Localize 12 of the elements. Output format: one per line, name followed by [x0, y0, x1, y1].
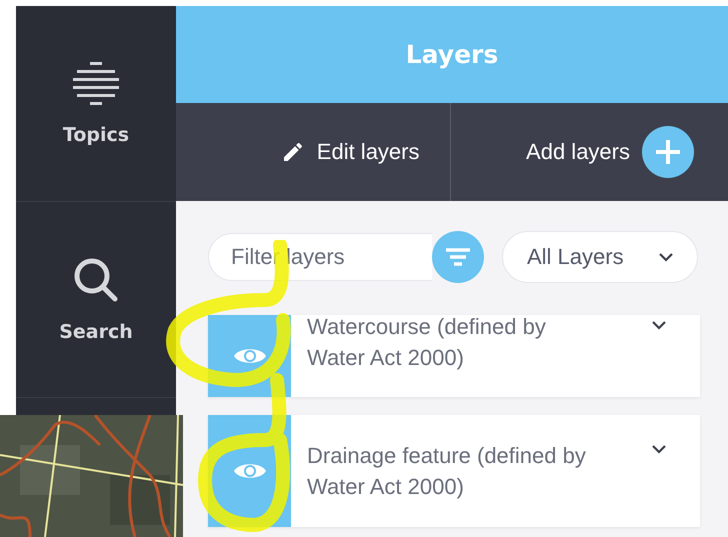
layer-name: Watercourse (defined by Water Act 2000) [306, 313, 547, 372]
panel-title: Layers [406, 40, 498, 69]
plus-icon [642, 126, 694, 178]
edit-layers-button[interactable]: Edit layers [176, 103, 450, 201]
layer-name: Drainage feature (defined by Water Act 2000) [306, 442, 587, 501]
filter-icon[interactable] [432, 231, 484, 283]
chevron-down-icon[interactable] [652, 445, 666, 454]
layer-scope-dropdown[interactable]: All Layers [502, 231, 698, 283]
search-icon [73, 256, 119, 302]
add-layers-button[interactable]: Add layers [450, 103, 728, 201]
chevron-down-icon[interactable] [652, 321, 666, 330]
chevron-down-icon [659, 252, 673, 262]
